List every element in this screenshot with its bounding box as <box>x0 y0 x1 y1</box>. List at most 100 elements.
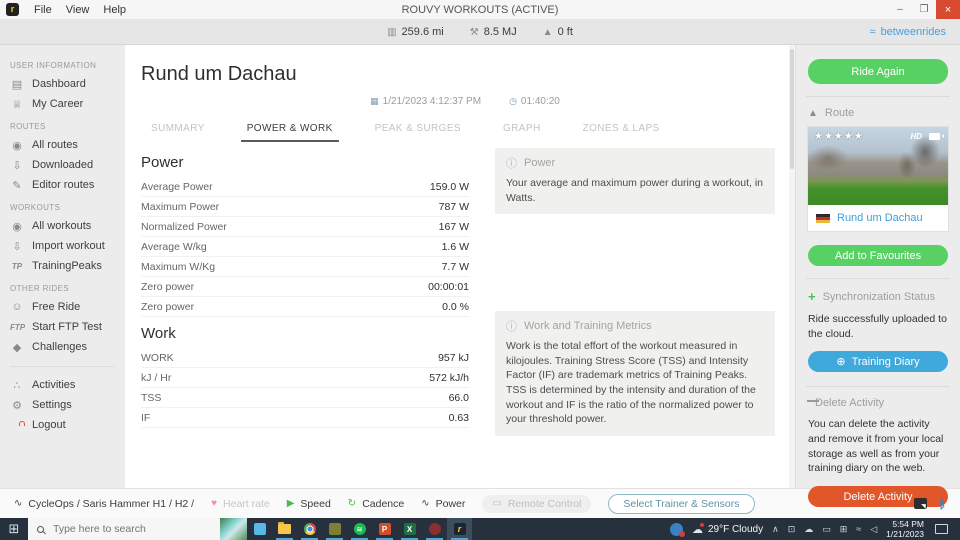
sidebar-item-label: Dashboard <box>32 78 86 90</box>
sidebar-item-start-ftp-test[interactable]: FTP Start FTP Test <box>10 317 125 337</box>
row-value: 957 kJ <box>438 351 469 364</box>
row-label: Average Power <box>141 180 213 193</box>
close-button[interactable]: × <box>936 0 960 19</box>
speed-label: Speed <box>300 497 331 510</box>
shield-icon: ◆ <box>12 341 22 354</box>
taskbar-icon-rouvy[interactable]: r <box>447 518 472 540</box>
sidebar-item-import-workout[interactable]: ⇩ Import workout <box>10 236 125 256</box>
taskbar-icon-chrome[interactable] <box>297 518 322 540</box>
taskbar-icon-game2[interactable] <box>422 518 447 540</box>
energy-icon: ⚒ <box>469 26 479 38</box>
scrollbar[interactable] <box>789 45 795 488</box>
calendar-icon: ▦ <box>370 96 379 106</box>
row-label: Average W/kg <box>141 240 207 253</box>
menu-view[interactable]: View <box>59 4 97 16</box>
globe-icon: ⊕ <box>836 356 846 369</box>
power-info-box: ⓘ Power Your average and maximum power d… <box>495 148 775 215</box>
route-thumbnail[interactable]: ★★★★★ HD <box>808 127 948 205</box>
ride-again-button[interactable]: Ride Again <box>808 59 948 84</box>
power-sensor[interactable]: ∿ Power <box>421 498 465 510</box>
menu-file[interactable]: File <box>27 4 59 16</box>
total-distance-stat: ▥ 259.6 mi <box>387 26 444 38</box>
user-account[interactable]: ≈ betweenrides <box>870 26 946 38</box>
heart-rate-sensor[interactable]: ♥ Heart rate <box>211 498 270 510</box>
taskbar-icon-file-explorer[interactable] <box>272 518 297 540</box>
sidebar-item-label: All workouts <box>32 220 92 232</box>
clock-date: 1/21/2023 <box>886 529 924 539</box>
start-button[interactable]: ⊞ <box>0 518 28 540</box>
select-trainer-sensors-button[interactable]: Select Trainer & Sensors <box>608 493 755 514</box>
cast-icon[interactable] <box>913 498 927 510</box>
sidebar-item-label: Free Ride <box>32 301 81 313</box>
info-box-title: Work and Training Metrics <box>524 320 652 332</box>
action-center-icon[interactable] <box>935 524 948 534</box>
tray-onedrive-icon[interactable]: ☁ <box>804 524 813 535</box>
sidebar-header-routes: ROUTES <box>10 122 46 131</box>
panel-divider <box>806 386 950 388</box>
add-to-favourites-button[interactable]: Add to Favourites <box>808 245 948 266</box>
total-energy-stat: ⚒ 8.5 MJ <box>470 26 517 38</box>
sidebar-item-label: TrainingPeaks <box>32 260 102 272</box>
search-input[interactable] <box>51 522 191 536</box>
username: betweenrides <box>880 26 946 38</box>
tab-graph[interactable]: GRAPH <box>497 119 547 142</box>
heart-rate-label: Heart rate <box>223 497 270 510</box>
row-label: TSS <box>141 391 162 404</box>
activity-duration-value: 01:40:20 <box>520 96 560 107</box>
sidebar-item-all-routes[interactable]: ◉ All routes <box>10 135 125 155</box>
info-box-body: Your average and maximum power during a … <box>506 177 763 204</box>
tab-summary[interactable]: SUMMARY <box>145 119 211 142</box>
tab-power-and-work[interactable]: POWER & WORK <box>240 119 339 142</box>
stats-bar: ▥ 259.6 mi ⚒ 8.5 MJ ▲ 0 ft ≈ betweenride… <box>0 20 960 45</box>
taskbar-icon-game[interactable] <box>322 518 347 540</box>
weather-widget[interactable]: ☁ 29°F Cloudy <box>692 522 763 536</box>
sidebar-item-all-workouts[interactable]: ◉ All workouts <box>10 216 125 236</box>
table-row: Zero power 00:00:01 <box>141 277 469 297</box>
wifi-icon[interactable]: ≈ <box>856 524 861 534</box>
total-elevation-stat: ▲ 0 ft <box>543 26 573 38</box>
remote-control-sensor[interactable]: ▭ Remote Control <box>482 494 592 513</box>
table-row: Maximum W/Kg 7.7 W <box>141 257 469 277</box>
maximize-button[interactable]: ❐ <box>912 0 936 19</box>
tray-display-icon[interactable]: ⊞ <box>840 524 848 535</box>
sidebar-item-label: Challenges <box>32 341 88 353</box>
heart-icon: ♥ <box>211 498 218 509</box>
route-card[interactable]: ★★★★★ HD Rund um Dachau <box>808 127 948 231</box>
tab-peak-and-surges[interactable]: PEAK & SURGES <box>369 119 467 142</box>
tray-monitor-icon[interactable]: ⊡ <box>788 524 796 535</box>
taskbar-icon-excel[interactable]: X <box>397 518 422 540</box>
sidebar-item-challenges[interactable]: ◆ Challenges <box>10 337 125 357</box>
taskbar-search[interactable] <box>28 518 220 540</box>
sidebar-item-settings[interactable]: ⚙ Settings <box>10 395 125 415</box>
sidebar-item-my-career[interactable]: ♕ My Career <box>10 94 125 114</box>
minimize-button[interactable]: – <box>888 0 912 19</box>
cadence-icon: ↻ <box>347 498 357 509</box>
trainer-name[interactable]: ∿ CycleOps / Saris Hammer H1 / H2 / <box>14 498 194 510</box>
sidebar-item-activities[interactable]: ∴ Activities <box>10 375 125 395</box>
tray-app-icon[interactable]: ▭ <box>822 524 831 535</box>
taskbar-icon-spotify[interactable]: ≋ <box>347 518 372 540</box>
taskbar-notification-app-icon[interactable] <box>669 522 685 537</box>
bluetooth-icon[interactable]: ᛒ <box>939 497 946 511</box>
sidebar-header-other-rides: OTHER RIDES <box>10 284 70 293</box>
route-name-link[interactable]: Rund um Dachau <box>837 212 923 224</box>
table-row: IF 0.63 <box>141 408 469 428</box>
sidebar-item-logout[interactable]: Logout <box>10 415 125 435</box>
news-widget-thumbnail[interactable] <box>220 518 247 540</box>
sidebar-item-editor-routes[interactable]: ✎ Editor routes <box>10 175 125 195</box>
sidebar-item-dashboard[interactable]: ▤ Dashboard <box>10 74 125 94</box>
taskbar-icon-store[interactable] <box>247 518 272 540</box>
tray-expand-icon[interactable]: ∧ <box>772 524 779 535</box>
tab-zones-and-laps[interactable]: ZONES & LAPS <box>577 119 666 142</box>
taskbar-clock[interactable]: 5:54 PM 1/21/2023 <box>886 519 924 539</box>
volume-icon[interactable]: ◁ <box>870 524 877 535</box>
sidebar-item-label: Activities <box>32 379 76 391</box>
sidebar-item-trainingpeaks[interactable]: TP TrainingPeaks <box>10 256 125 276</box>
sidebar-item-free-ride[interactable]: ☺ Free Ride <box>10 297 125 317</box>
training-diary-button[interactable]: ⊕ Training Diary <box>808 351 948 373</box>
cadence-sensor[interactable]: ↻ Cadence <box>348 498 404 510</box>
menu-help[interactable]: Help <box>96 4 133 16</box>
sidebar-item-downloaded[interactable]: ⇩ Downloaded <box>10 155 125 175</box>
speed-sensor[interactable]: ▶ Speed <box>287 498 331 510</box>
taskbar-icon-powerpoint[interactable]: P <box>372 518 397 540</box>
